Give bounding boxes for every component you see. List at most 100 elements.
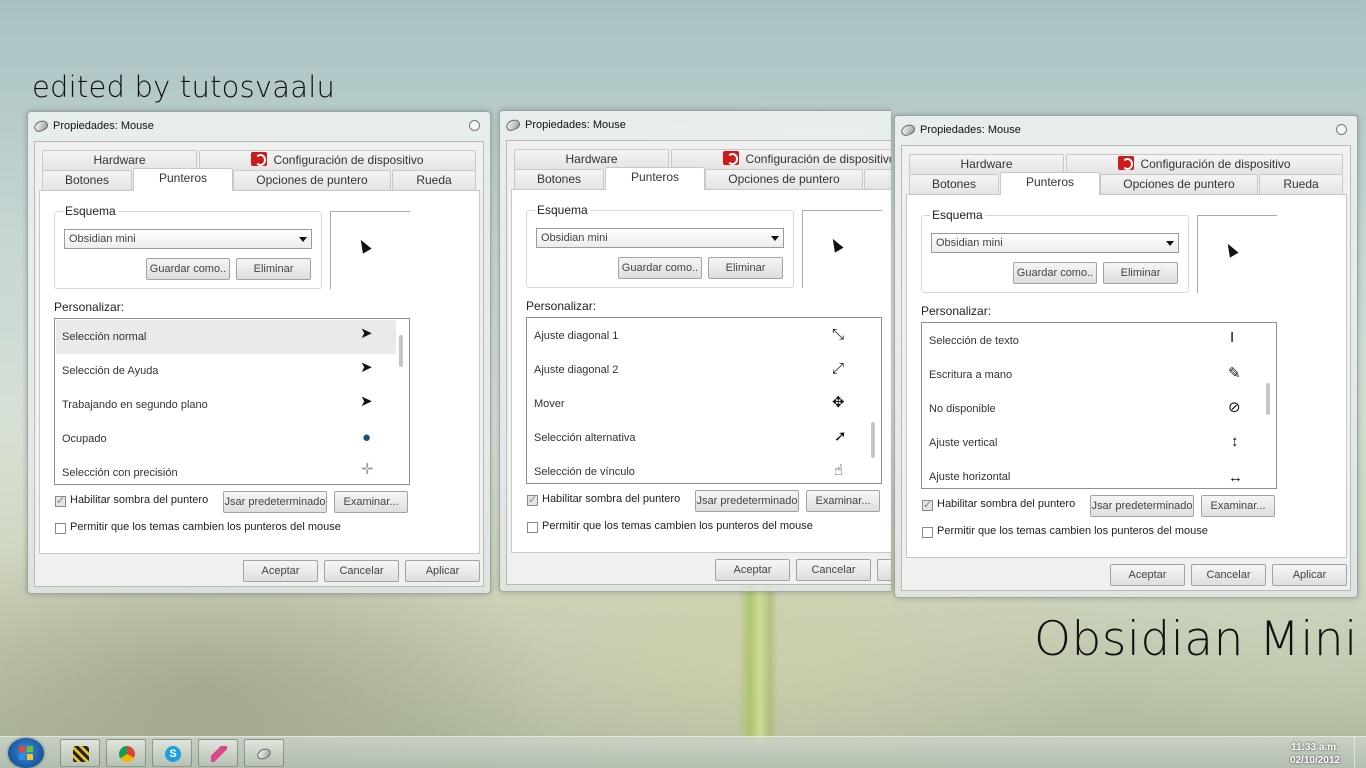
ok-button[interactable]: Aceptar	[715, 559, 790, 581]
window-title: Propiedades: Mouse	[920, 124, 1021, 136]
tab-buttons[interactable]: Botones	[42, 170, 132, 190]
save-as-button[interactable]: Guardar como..	[1013, 262, 1097, 284]
mouse-properties-window-2: Propiedades: Mouse Hardware Configuració…	[499, 110, 891, 592]
list-scrollbar[interactable]	[1266, 383, 1270, 415]
allow-themes-checkbox[interactable]	[527, 522, 538, 533]
cancel-button[interactable]: Cancelar	[324, 560, 399, 582]
title-bar[interactable]: Propiedades: Mouse	[32, 117, 484, 135]
list-item[interactable]: Escritura a mano ✎	[923, 358, 1263, 392]
taskbar-app-chrome[interactable]	[106, 739, 146, 767]
list-scrollbar[interactable]	[871, 422, 875, 458]
list-item[interactable]: Selección normal ➤	[56, 320, 396, 354]
taskbar-app-skype[interactable]: S	[152, 739, 192, 767]
allow-themes-checkbox[interactable]	[55, 523, 66, 534]
list-item-label: Ocupado	[62, 433, 107, 445]
list-item-label: Selección con precisión	[62, 467, 178, 479]
tab-device-settings[interactable]: Configuración de dispositivo	[1066, 154, 1343, 174]
shadow-checkbox[interactable]	[527, 493, 538, 506]
list-item[interactable]: Ajuste diagonal 2 ⤢	[528, 353, 868, 387]
list-item[interactable]: Selección de vínculo ☝	[528, 455, 868, 483]
list-item[interactable]: Selección con precisión ✛	[56, 456, 396, 484]
apply-button[interactable]: Aplicar	[405, 560, 480, 582]
pointer-list[interactable]: Selección normal ➤ Selección de Ayuda ➤ Tr…	[54, 318, 410, 485]
show-desktop-button[interactable]	[1354, 737, 1366, 768]
tab-hardware[interactable]: Hardware	[42, 150, 197, 170]
tab-wheel[interactable]: Rueda	[392, 170, 476, 190]
arrow-cursor-icon	[356, 237, 372, 254]
shadow-checkbox-label: Habilitar sombra del puntero	[937, 498, 1076, 510]
browse-button[interactable]: Examinar...	[1201, 495, 1275, 517]
tab-wheel[interactable]	[864, 169, 891, 189]
pointer-list[interactable]: Selección de texto I Escritura a mano ✎ No…	[921, 322, 1277, 489]
mouse-properties-window-3: Propiedades: Mouse Hardware Configuració…	[894, 115, 1358, 598]
save-as-button[interactable]: Guardar como..	[146, 258, 230, 280]
tab-pointer-options[interactable]: Opciones de puntero	[1100, 174, 1258, 194]
crosshair-cursor-icon: ✛	[361, 461, 374, 478]
list-item[interactable]: Selección alternativa ➚	[528, 421, 868, 455]
scheme-select[interactable]: Obsidian mini	[64, 229, 312, 249]
title-bar[interactable]: Propiedades: Mouse	[504, 116, 885, 134]
window-title: Propiedades: Mouse	[53, 120, 154, 132]
cancel-button[interactable]: Cancelar	[796, 559, 871, 581]
pointers-panel: Esquema Obsidian mini Guardar como.. Eli…	[39, 190, 480, 554]
delete-button[interactable]: Eliminar	[236, 258, 311, 280]
allow-themes-checkbox[interactable]	[922, 527, 933, 538]
shadow-checkbox[interactable]	[922, 498, 933, 511]
list-item[interactable]: Selección de Ayuda ➤	[56, 354, 396, 388]
tab-pointer-options[interactable]: Opciones de puntero	[233, 170, 391, 190]
scheme-select-value: Obsidian mini	[69, 233, 136, 245]
save-as-button[interactable]: Guardar como..	[618, 257, 702, 279]
use-default-button[interactable]: Jsar predeterminado	[223, 491, 327, 513]
tab-pointers[interactable]: Punteros	[605, 167, 705, 190]
scheme-select[interactable]: Obsidian mini	[536, 228, 784, 248]
list-item-label: Selección de texto	[929, 335, 1019, 347]
tab-pointer-options[interactable]: Opciones de puntero	[705, 169, 863, 189]
list-item[interactable]: Mover ✥	[528, 387, 868, 421]
tab-device-settings[interactable]: Configuración de dispositivo	[199, 150, 476, 170]
cancel-button[interactable]: Cancelar	[1191, 564, 1266, 586]
browse-button[interactable]: Examinar...	[334, 491, 408, 513]
close-button[interactable]	[1336, 124, 1347, 135]
ok-button[interactable]: Aceptar	[1110, 564, 1185, 586]
pointers-panel: Esquema Obsidian mini Guardar como.. Eli…	[511, 189, 891, 553]
tab-wheel[interactable]: Rueda	[1259, 174, 1343, 194]
list-item-label: Mover	[534, 398, 565, 410]
tab-buttons[interactable]: Botones	[909, 174, 999, 194]
close-button[interactable]	[469, 120, 480, 131]
browse-button[interactable]: Examinar...	[806, 490, 880, 512]
delete-button[interactable]: Eliminar	[708, 257, 783, 279]
shadow-checkbox[interactable]	[55, 494, 66, 507]
list-item[interactable]: Selección de texto I	[923, 324, 1263, 358]
text-beam-icon: I	[1230, 329, 1235, 346]
taskbar-app-mouse[interactable]	[244, 739, 284, 767]
list-item[interactable]: Ajuste vertical ↕	[923, 426, 1263, 460]
title-bar[interactable]: Propiedades: Mouse	[899, 121, 1351, 139]
system-clock[interactable]: 11:33 a.m. 02/10/2012	[1290, 741, 1340, 767]
list-item[interactable]: Ajuste horizontal ↔	[923, 460, 1263, 488]
tab-pointers[interactable]: Punteros	[133, 168, 233, 191]
list-item-label: No disponible	[929, 403, 996, 415]
tab-hardware[interactable]: Hardware	[909, 154, 1064, 174]
tab-buttons[interactable]: Botones	[514, 169, 604, 189]
use-default-button[interactable]: Jsar predeterminado	[695, 490, 799, 512]
list-item[interactable]: Trabajando en segundo plano ➤	[56, 388, 396, 422]
mouse-icon	[32, 118, 50, 134]
delete-button[interactable]: Eliminar	[1103, 262, 1178, 284]
list-item[interactable]: Ajuste diagonal 1 ⤡	[528, 319, 868, 353]
list-item[interactable]: Ocupado ●	[56, 422, 396, 456]
taskbar-app-striped[interactable]	[60, 739, 100, 767]
list-item[interactable]: No disponible ⊘	[923, 392, 1263, 426]
apply-button[interactable]	[877, 559, 891, 581]
use-default-button[interactable]: Jsar predeterminado	[1090, 495, 1194, 517]
ok-button[interactable]: Aceptar	[243, 560, 318, 582]
taskbar-app-feather[interactable]	[198, 739, 238, 767]
tab-hardware[interactable]: Hardware	[514, 149, 669, 169]
apply-button[interactable]: Aplicar	[1272, 564, 1347, 586]
unavailable-cursor-icon: ⊘	[1228, 399, 1241, 416]
tab-pointers[interactable]: Punteros	[1000, 172, 1100, 195]
tab-device-settings[interactable]: Configuración de dispositivo	[671, 149, 891, 169]
start-button[interactable]	[8, 738, 44, 768]
list-scrollbar[interactable]	[399, 335, 403, 367]
scheme-select[interactable]: Obsidian mini	[931, 233, 1179, 253]
pointer-list[interactable]: Ajuste diagonal 1 ⤡ Ajuste diagonal 2 ⤢ Mo…	[526, 317, 882, 484]
